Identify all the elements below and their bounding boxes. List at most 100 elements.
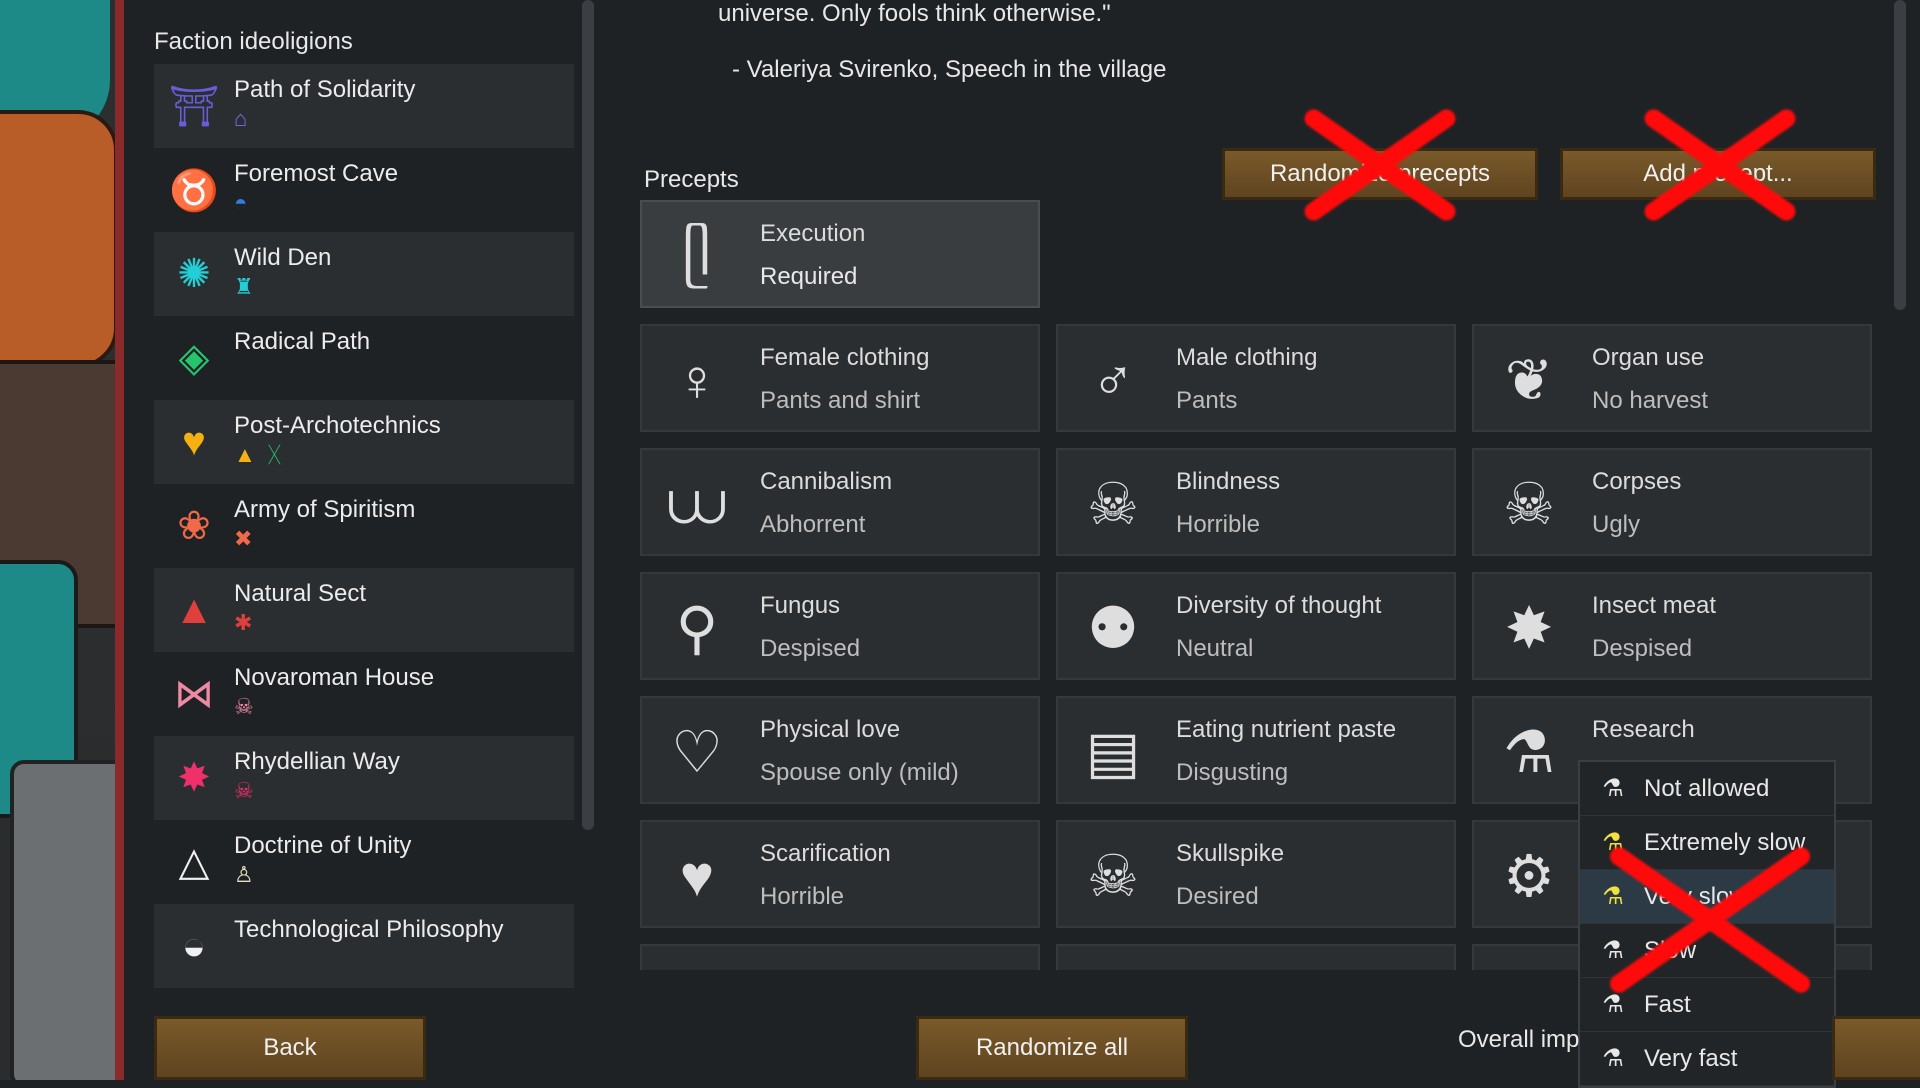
- faction-item[interactable]: ◈ Radical Path: [154, 316, 574, 400]
- precept-card[interactable]: ☠ Blindness Horrible: [1056, 448, 1456, 556]
- faction-meme-icons: ☠: [234, 694, 254, 720]
- quote-text: universe. Only fools think otherwise.": [718, 0, 1111, 27]
- precept-name: Execution: [760, 220, 866, 247]
- skull-mini-icon: ☠: [234, 694, 254, 719]
- add-precept-button[interactable]: Add precept...: [1560, 148, 1876, 200]
- precept-value: Despised: [760, 635, 861, 662]
- faction-meme-icons: ☠: [234, 778, 254, 804]
- precept-card[interactable]: ▤ Eating nutrient paste Disgusting: [1056, 696, 1456, 804]
- research-option-label: Fast: [1644, 990, 1691, 1018]
- precept-name: Eating nutrient paste: [1176, 716, 1397, 743]
- faction-meme-icons: ◓: [234, 190, 247, 216]
- precept-name: Fungus: [760, 592, 841, 619]
- faction-item[interactable]: ⛩ Path of Solidarity ⌂: [154, 64, 574, 148]
- precept-value: No harvest: [1592, 387, 1709, 414]
- star-burst-icon: ✸: [177, 756, 211, 800]
- paste-icon: ▤: [1085, 720, 1141, 785]
- precept-card[interactable]: ⩊ Cannibalism Abhorrent: [640, 448, 1040, 556]
- overall-impact-label: Overall imp: [1458, 1026, 1580, 1053]
- precepts-title: Precepts: [644, 166, 739, 193]
- organ-icon: ❦: [1504, 348, 1554, 413]
- research-option-label: Very fast: [1644, 1044, 1738, 1072]
- overall-button[interactable]: [1832, 1016, 1920, 1080]
- research-option-label: Not allowed: [1644, 774, 1770, 802]
- spiral-icon: ✺: [177, 252, 211, 296]
- faction-item[interactable]: ◒ Technological Philosophy: [154, 904, 574, 988]
- precept-card[interactable]: ♥ Scarification Horrible: [640, 820, 1040, 928]
- skull-mini-icon: ☠: [234, 778, 254, 803]
- faction-item[interactable]: △ Doctrine of Unity ♙: [154, 820, 574, 904]
- faction-item[interactable]: ♉ Foremost Cave ◓: [154, 148, 574, 232]
- back-button[interactable]: Back: [154, 1016, 426, 1080]
- mushroom-icon: ⚲: [675, 596, 719, 661]
- faction-meme-icons: ⌂: [234, 106, 247, 132]
- research-option[interactable]: ⚗ Fast: [1580, 978, 1834, 1032]
- precept-card[interactable]: [1056, 944, 1456, 970]
- precept-card[interactable]: ᥫ Execution Required: [640, 200, 1040, 308]
- precept-card[interactable]: ☠ Skullspike Desired: [1056, 820, 1456, 928]
- precept-name: Male clothing: [1176, 344, 1318, 371]
- precept-card[interactable]: ♀ Female clothing Pants and shirt: [640, 324, 1040, 432]
- faction-name: Army of Spiritism: [234, 496, 416, 523]
- faction-list-scrollbar[interactable]: [582, 0, 594, 830]
- precept-name: Corpses: [1592, 468, 1682, 495]
- faction-name: Technological Philosophy: [234, 916, 504, 943]
- research-option[interactable]: ⚗ Extremely slow: [1580, 816, 1834, 870]
- helmet-icon: ◒: [181, 923, 207, 968]
- faction-meme-icons: ♙: [234, 862, 254, 888]
- precept-value: Pants and shirt: [760, 387, 921, 414]
- faction-name: Doctrine of Unity: [234, 832, 412, 859]
- precept-card[interactable]: ❦ Organ use No harvest: [1472, 324, 1872, 432]
- precept-card[interactable]: ☠ Corpses Ugly: [1472, 448, 1872, 556]
- horned-icon: ♉: [169, 168, 219, 213]
- scarred-heart-icon: ♥: [679, 843, 715, 909]
- people-icon: ⚉: [1087, 596, 1139, 661]
- faction-item[interactable]: ▲ Natural Sect ✱: [154, 568, 574, 652]
- research-option[interactable]: ⚗ Very slow: [1580, 870, 1834, 924]
- faction-item[interactable]: ✺ Wild Den ♜: [154, 232, 574, 316]
- flask-icon: ⚗: [1503, 720, 1555, 785]
- faction-meme-icons: ✖: [234, 526, 252, 552]
- faction-name: Radical Path: [234, 328, 371, 355]
- heart-split-icon: ♥: [182, 419, 206, 464]
- precept-name: Scarification: [760, 840, 891, 867]
- flask-icon: ⚗: [1602, 829, 1624, 856]
- research-option[interactable]: ⚗ Not allowed: [1580, 762, 1834, 816]
- precept-value: Neutral: [1176, 635, 1254, 662]
- precept-card[interactable]: ♂ Male clothing Pants: [1056, 324, 1456, 432]
- precept-value: Disgusting: [1176, 759, 1289, 786]
- tongs-icon: ᚷ: [267, 442, 281, 467]
- flask-icon: ⚗: [1602, 991, 1624, 1018]
- precept-card[interactable]: ♡ Physical love Spouse only (mild): [640, 696, 1040, 804]
- pillar-icon: ♙: [234, 862, 254, 887]
- insect-icon: ✸: [1504, 596, 1554, 661]
- torii-icon: ⛩: [168, 84, 220, 129]
- precept-name: Cannibalism: [760, 468, 893, 495]
- precept-name: Organ use: [1592, 344, 1705, 371]
- precepts-scrollbar[interactable]: [1894, 0, 1906, 310]
- precept-value: Horrible: [760, 883, 845, 910]
- precept-card[interactable]: ⚲ Fungus Despised: [640, 572, 1040, 680]
- precept-card[interactable]: ⚉ Diversity of thought Neutral: [1056, 572, 1456, 680]
- house-icon: ⌂: [234, 106, 248, 131]
- research-option-label: Very slow: [1644, 882, 1747, 910]
- faction-item[interactable]: ❀ Army of Spiritism ✖: [154, 484, 574, 568]
- crossed-icon: ✖: [234, 526, 253, 551]
- research-option[interactable]: ⚗ Slow: [1580, 924, 1834, 978]
- faction-item[interactable]: ✸ Rhydellian Way ☠: [154, 736, 574, 820]
- research-option[interactable]: ⚗ Very fast: [1580, 1032, 1834, 1086]
- randomize-precepts-button[interactable]: Randomize precepts: [1222, 148, 1538, 200]
- precept-name: Insect meat: [1592, 592, 1717, 619]
- precept-value: Desired: [1176, 883, 1259, 910]
- faction-item[interactable]: ⋈ Novaroman House ☠: [154, 652, 574, 736]
- precept-card[interactable]: [640, 944, 1040, 970]
- flask-icon: ⚗: [1602, 775, 1624, 802]
- randomize-all-button[interactable]: Randomize all: [916, 1016, 1188, 1080]
- precept-card[interactable]: ✸ Insect meat Despised: [1472, 572, 1872, 680]
- skull-blind-icon: ☠: [1087, 472, 1139, 537]
- mech-icon: ⚙: [1503, 844, 1555, 909]
- faction-name: Rhydellian Way: [234, 748, 400, 775]
- precept-value: Despised: [1592, 635, 1693, 662]
- faction-item[interactable]: ♥ Post-Archotechnics ▲ ᚷ: [154, 400, 574, 484]
- precept-value: Spouse only (mild): [760, 759, 959, 786]
